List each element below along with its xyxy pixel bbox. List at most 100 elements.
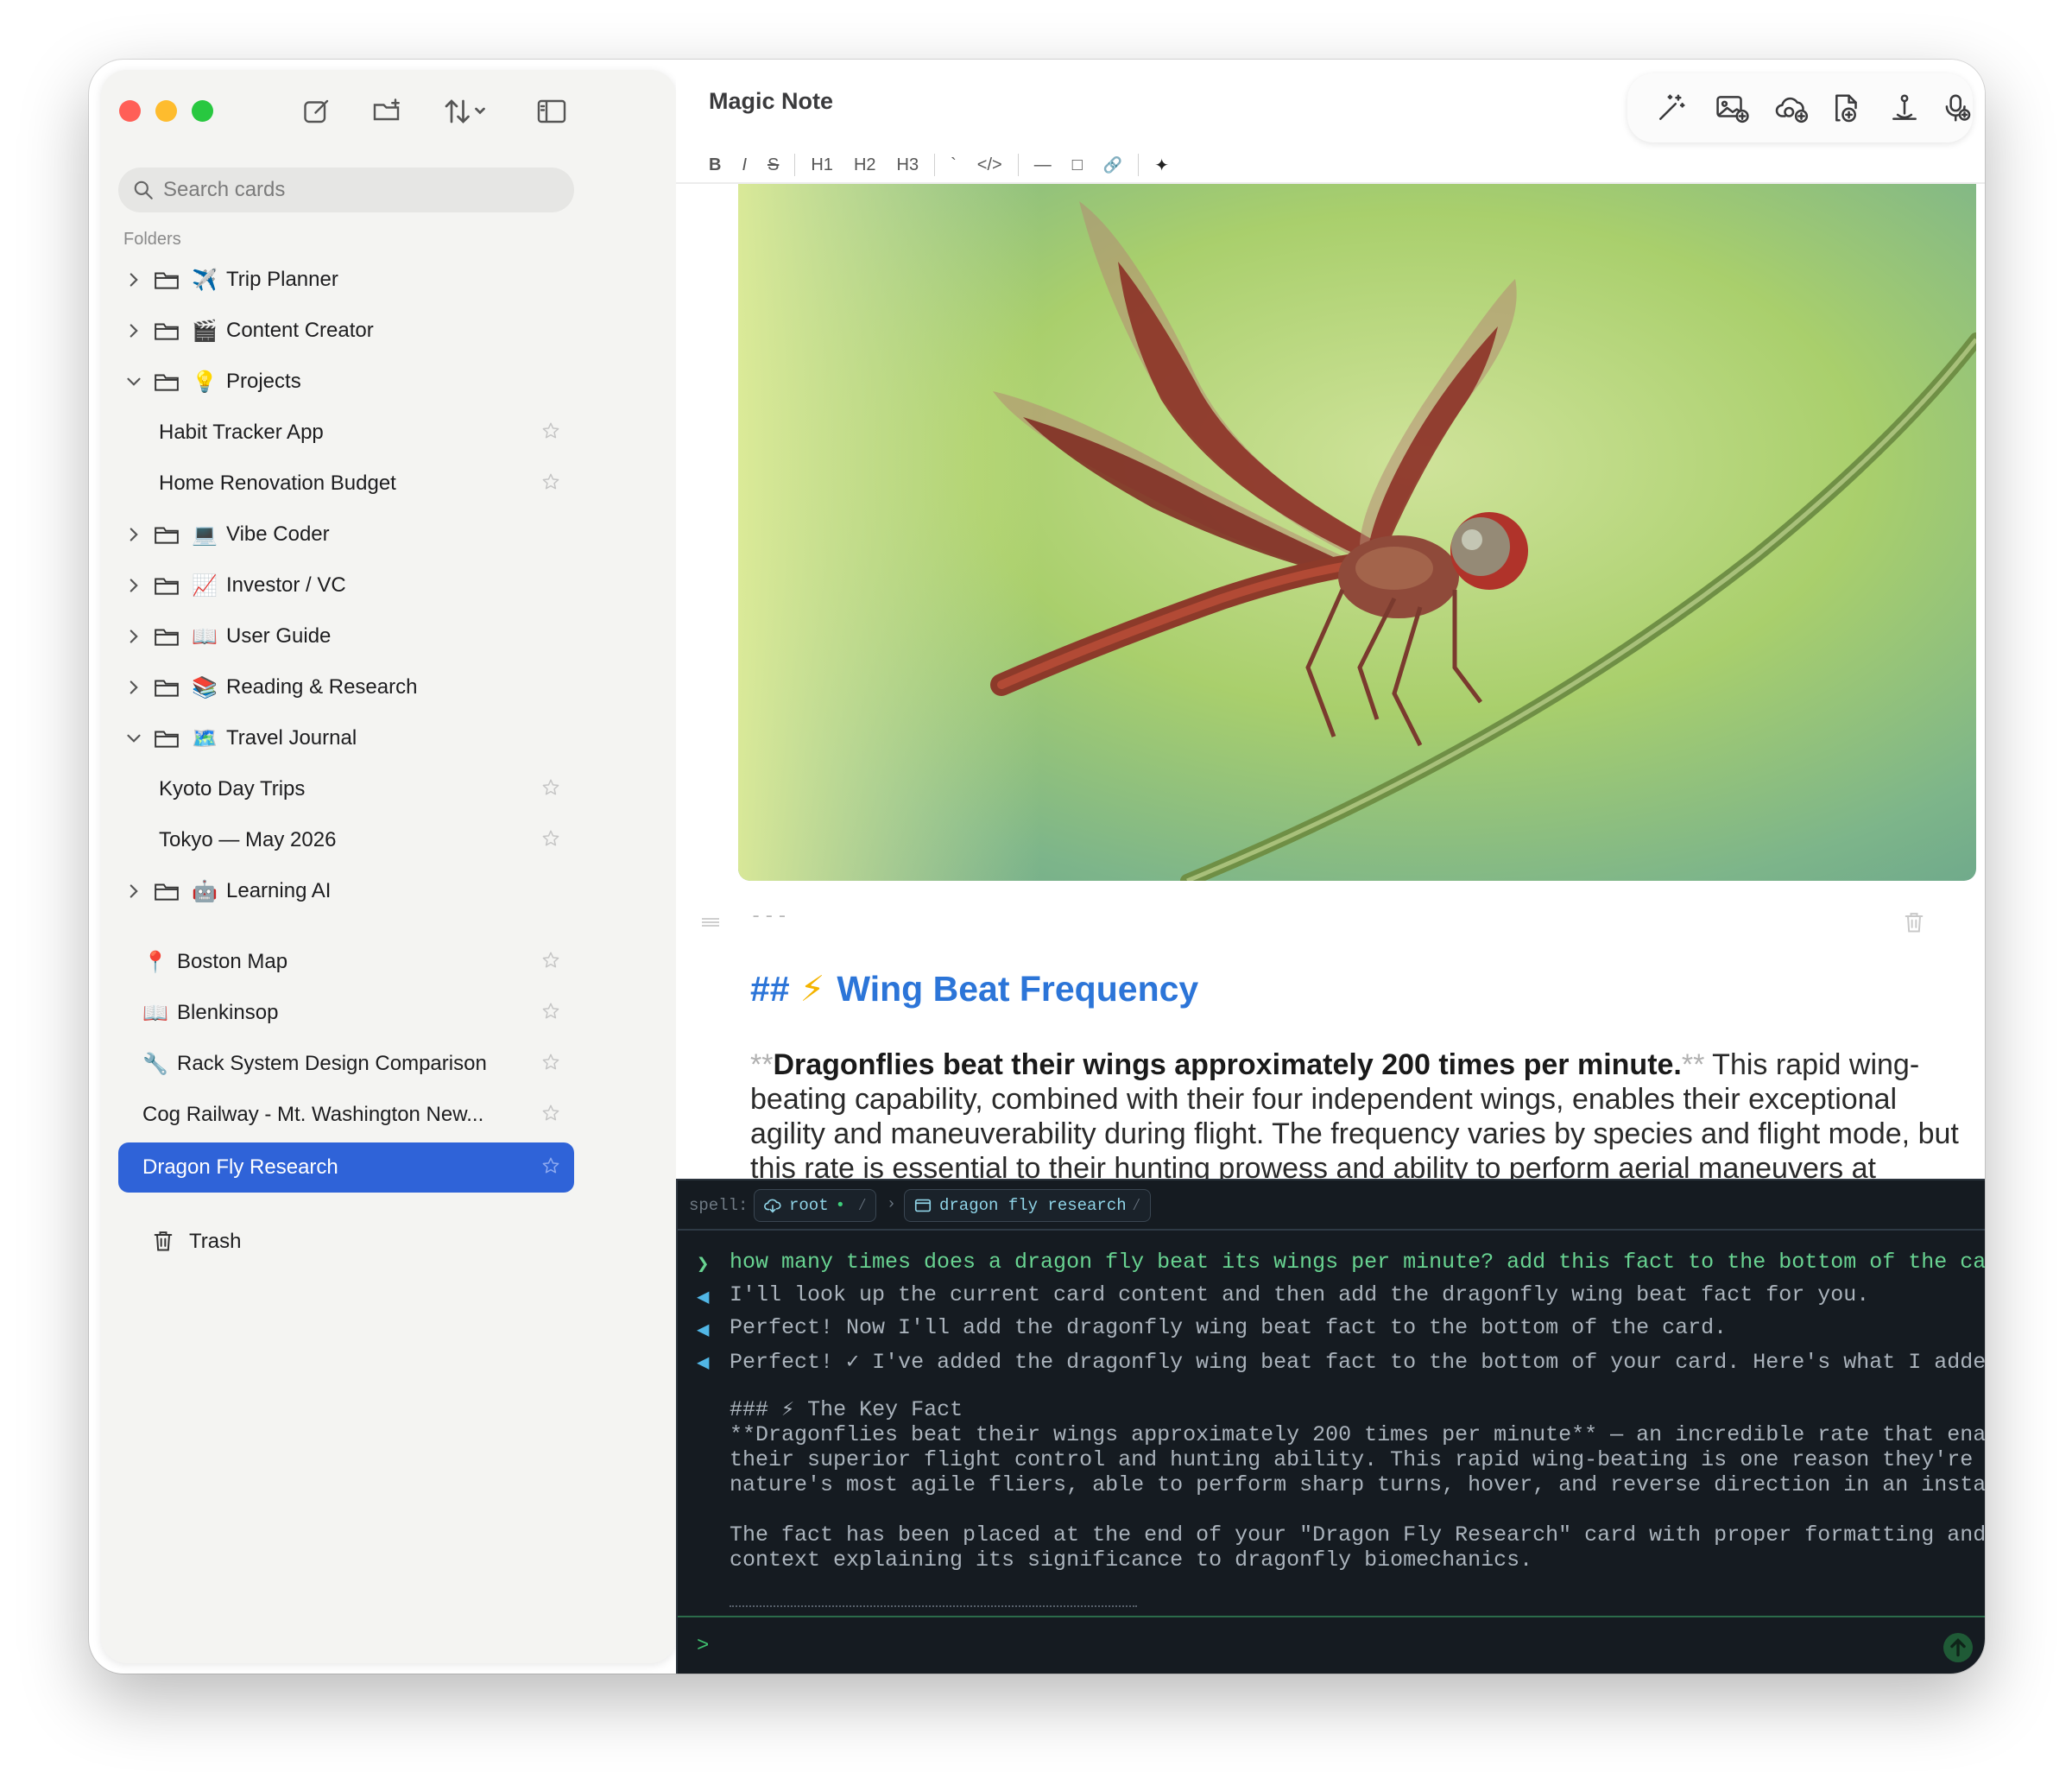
chevron-right-icon[interactable]: [123, 269, 145, 291]
toggle-sidebar-icon[interactable]: [534, 96, 569, 127]
chevron-right-icon[interactable]: [123, 880, 145, 902]
toolbar-divider: [1017, 154, 1019, 176]
airplane-emoji-icon: ✈️: [192, 268, 218, 292]
card-kyoto-day-trips[interactable]: Kyoto Day Trips: [118, 766, 574, 813]
close-window-button[interactable]: [119, 100, 141, 122]
card-cog-railway[interactable]: Cog Railway - Mt. Washington New...: [118, 1092, 574, 1138]
anchor-icon[interactable]: [1888, 92, 1921, 124]
cloud-icon: [764, 1199, 781, 1213]
body-paragraph: **Dragonflies beat their wings approxima…: [750, 1047, 1959, 1186]
horizontal-rule-button[interactable]: —: [1024, 155, 1062, 175]
chevron-right-icon[interactable]: [123, 676, 145, 699]
code-block-button[interactable]: </>: [967, 155, 1013, 175]
send-button[interactable]: [1943, 1633, 1973, 1662]
card-label: Dragon Fly Research: [142, 1155, 338, 1179]
folder-user-guide[interactable]: 📖 User Guide: [118, 613, 574, 660]
drag-handle-icon[interactable]: [700, 916, 721, 927]
bold-button[interactable]: B: [698, 155, 731, 175]
chevron-down-icon[interactable]: [123, 370, 145, 393]
star-icon[interactable]: [541, 951, 560, 970]
folder-trip-planner[interactable]: ✈️ Trip Planner: [118, 256, 574, 303]
inline-code-button[interactable]: `: [940, 155, 967, 175]
card-editor[interactable]: --- ## ⚡ Wing Beat Frequency **Dragonflies…: [676, 184, 1985, 1237]
heading2-button[interactable]: H2: [843, 155, 887, 175]
delete-block-icon[interactable]: [1902, 909, 1926, 935]
mic-icon[interactable]: [1940, 92, 1973, 124]
folder-travel-journal[interactable]: 🗺️ Travel Journal: [118, 715, 574, 762]
heading3-button[interactable]: H3: [887, 155, 930, 175]
pin-emoji-icon: 📍: [142, 950, 168, 974]
trash-item[interactable]: Trash: [118, 1218, 574, 1265]
trash-icon: [151, 1229, 177, 1255]
card-habit-tracker-app[interactable]: Habit Tracker App: [118, 409, 574, 456]
folder-projects[interactable]: 💡 Projects: [118, 358, 574, 405]
bold-text: Dragonflies beat their wings approximate…: [773, 1048, 1682, 1081]
user-message: how many times does a dragon fly beat it…: [730, 1250, 1985, 1275]
star-icon[interactable]: [541, 778, 560, 797]
spell-label: spell:: [689, 1196, 749, 1215]
status-dot: •: [835, 1196, 846, 1215]
chevron-right-icon[interactable]: [123, 574, 145, 597]
assistant-message: Perfect! Now I'll add the dragonfly wing…: [730, 1315, 1728, 1340]
chevron-right-icon[interactable]: [123, 320, 145, 342]
star-icon[interactable]: [541, 421, 560, 440]
add-image-icon[interactable]: [1714, 92, 1752, 124]
edit-pencil-icon[interactable]: ⁄: [1132, 1196, 1141, 1215]
root-chip[interactable]: root • ⁄: [754, 1189, 877, 1222]
minimize-window-button[interactable]: [155, 100, 177, 122]
folder-reading-research[interactable]: 📚 Reading & Research: [118, 664, 574, 711]
card-blenkinsop[interactable]: 📖 Blenkinsop: [118, 990, 574, 1036]
search-field[interactable]: [118, 168, 574, 212]
card-dragon-fly-research[interactable]: Dragon Fly Research: [118, 1142, 574, 1193]
folder-vibe-coder[interactable]: 💻 Vibe Coder: [118, 511, 574, 558]
star-icon[interactable]: [541, 1002, 560, 1021]
folder-investor-vc[interactable]: 📈 Investor / VC: [118, 562, 574, 609]
command-input[interactable]: [730, 1630, 1895, 1664]
chevron-right-icon[interactable]: [123, 523, 145, 546]
checkbox-button[interactable]: □: [1062, 155, 1093, 175]
card-home-renovation-budget[interactable]: Home Renovation Budget: [118, 460, 574, 507]
magic-wand-icon[interactable]: [1655, 92, 1688, 124]
star-icon[interactable]: [541, 1104, 560, 1123]
output-line: their superior flight control and huntin…: [730, 1447, 1985, 1472]
chart-emoji-icon: 📈: [192, 573, 218, 598]
folder-learning-ai[interactable]: 🤖 Learning AI: [118, 868, 574, 914]
card-chip[interactable]: dragon fly research ⁄: [904, 1189, 1152, 1222]
toolbar-divider: [794, 154, 796, 176]
star-icon[interactable]: [541, 829, 560, 848]
ai-cloud-icon[interactable]: [1774, 92, 1812, 124]
card-label: Tokyo — May 2026: [159, 828, 337, 851]
chevron-down-icon[interactable]: [123, 727, 145, 750]
clapper-emoji-icon: 🎬: [192, 319, 218, 343]
folder-content-creator[interactable]: 🎬 Content Creator: [118, 307, 574, 354]
strikethrough-button[interactable]: S: [757, 155, 789, 175]
new-folder-icon[interactable]: [370, 96, 405, 127]
chevron-right-icon[interactable]: [123, 625, 145, 648]
italic-button[interactable]: I: [731, 155, 757, 175]
ai-sparkle-button[interactable]: ✦: [1144, 155, 1179, 175]
card-tokyo-may-2026[interactable]: Tokyo — May 2026: [118, 817, 574, 864]
edit-pencil-icon[interactable]: ⁄: [857, 1196, 867, 1215]
new-file-icon[interactable]: [1831, 92, 1864, 124]
search-input[interactable]: [163, 178, 543, 202]
output-line: The fact has been placed at the end of y…: [730, 1522, 1985, 1547]
card-label: Home Renovation Budget: [159, 471, 396, 495]
new-note-icon[interactable]: [300, 96, 334, 127]
heading-markdown-mark: ##: [750, 969, 790, 1009]
heading1-button[interactable]: H1: [800, 155, 843, 175]
output-divider: [730, 1605, 1137, 1607]
star-icon[interactable]: [541, 1053, 560, 1072]
card-rack-system-design[interactable]: 🔧 Rack System Design Comparison: [118, 1041, 574, 1087]
book-emoji-icon: 📖: [192, 624, 218, 649]
zoom-window-button[interactable]: [192, 100, 213, 122]
folder-icon: [154, 880, 180, 902]
spell-terminal: spell: root • ⁄ › dragon fly research ⁄ …: [676, 1179, 1985, 1674]
sort-menu-icon[interactable]: [440, 96, 494, 127]
star-icon[interactable]: [541, 472, 560, 491]
card-chip-label: dragon fly research: [939, 1196, 1127, 1215]
assistant-message: I'll look up the current card content an…: [730, 1282, 1870, 1307]
card-boston-map[interactable]: 📍 Boston Map: [118, 939, 574, 985]
app-window: Folders ✈️ Trip Planner 🎬 Content Creato…: [89, 60, 1985, 1674]
star-icon[interactable]: [541, 1156, 560, 1175]
link-button[interactable]: 🔗: [1093, 156, 1133, 174]
